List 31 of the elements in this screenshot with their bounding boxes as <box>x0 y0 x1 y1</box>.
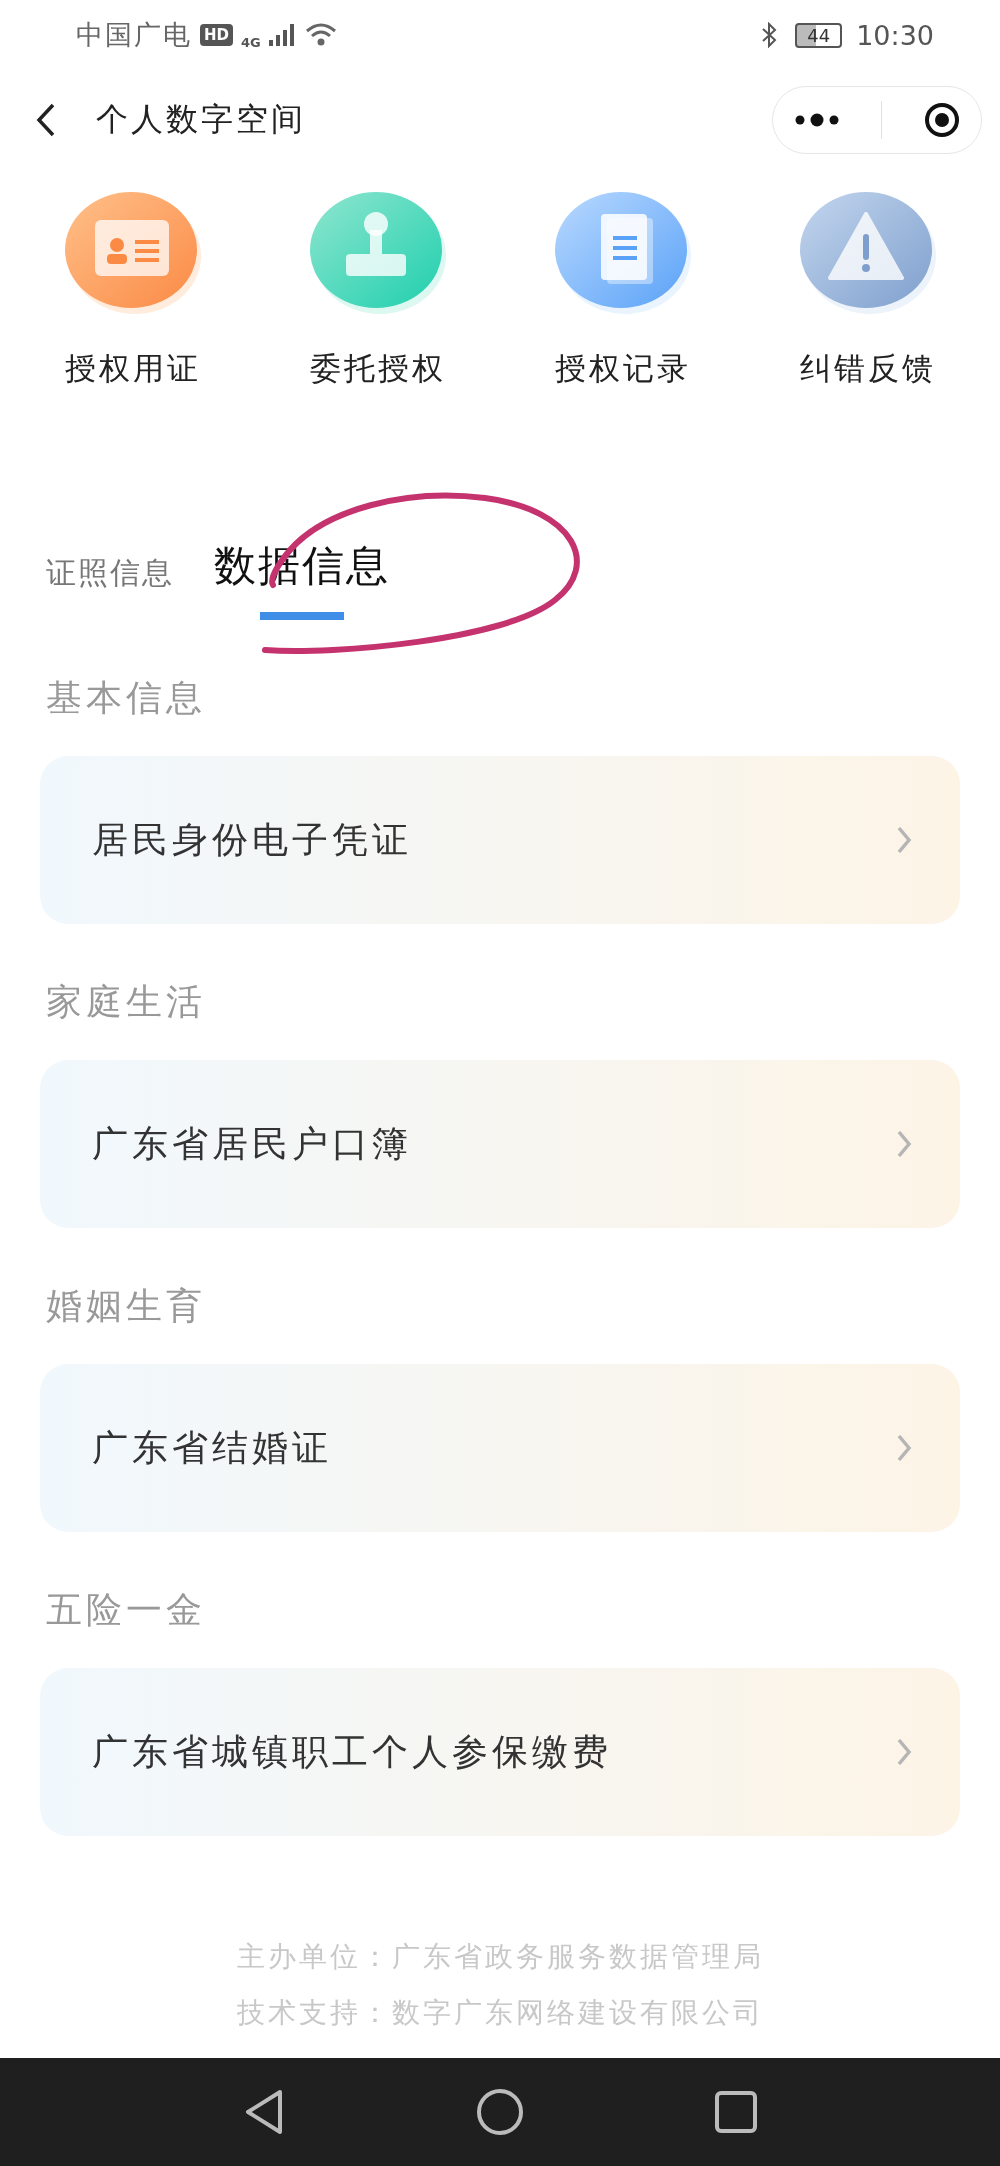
wifi-icon <box>304 23 337 47</box>
battery-level: 44 <box>795 22 843 48</box>
page-title: 个人数字空间 <box>96 99 306 140</box>
home-icon[interactable] <box>476 2088 524 2136</box>
signal-icon <box>268 24 297 46</box>
carrier-name: 中国广电 <box>76 18 192 52</box>
more-icon[interactable] <box>793 113 840 127</box>
record-card[interactable]: 居民身份电子凭证 <box>40 756 960 924</box>
chevron-icon <box>896 1737 912 1767</box>
record-card[interactable]: 广东省居民户口簿 <box>40 1060 960 1228</box>
network-type: 4G <box>241 35 261 50</box>
clock-time: 10:30 <box>856 19 934 51</box>
section-heading: 婚姻生育 <box>46 1284 207 1328</box>
chevron-icon <box>896 1433 912 1463</box>
tab[interactable]: 证照信息 <box>46 553 174 620</box>
action-label[interactable]: 委托授权 <box>309 348 446 390</box>
record-card[interactable]: 广东省结婚证 <box>40 1364 960 1532</box>
action-label[interactable]: 授权用证 <box>64 348 201 390</box>
section-heading: 五险一金 <box>46 1588 207 1632</box>
chevron-icon <box>896 1129 912 1159</box>
hd-badge: HD <box>200 24 233 46</box>
recent-apps-icon[interactable] <box>714 2090 758 2134</box>
action-label[interactable]: 纠错反馈 <box>799 348 936 390</box>
action-label[interactable]: 授权记录 <box>554 348 691 390</box>
chevron-icon <box>896 825 912 855</box>
section-heading: 基本信息 <box>46 676 207 720</box>
section-heading: 家庭生活 <box>46 980 207 1024</box>
bluetooth-icon <box>761 22 778 48</box>
back-icon[interactable] <box>36 103 56 137</box>
record-card[interactable]: 广东省城镇职工个人参保缴费 <box>40 1668 960 1836</box>
close-icon[interactable] <box>922 101 961 139</box>
